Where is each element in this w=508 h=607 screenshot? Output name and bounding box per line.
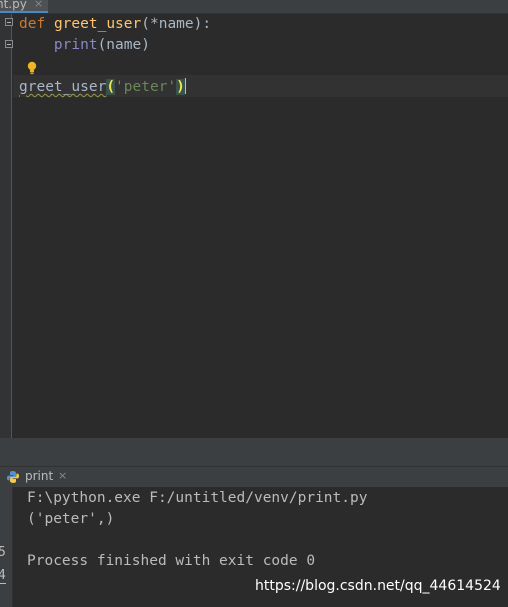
print-args: (name) bbox=[97, 37, 150, 53]
builtin-print: print bbox=[53, 37, 98, 53]
open-paren: ( bbox=[106, 79, 116, 95]
watermark-text: https://blog.csdn.net/qq_44614524 bbox=[255, 578, 501, 594]
console-line-command: F:\python.exe F:/untitled/venv/print.py bbox=[27, 490, 368, 506]
string-arg: 'peter' bbox=[115, 79, 177, 95]
editor-gutter bbox=[0, 14, 13, 438]
function-name: greet_user bbox=[53, 16, 142, 32]
python-icon bbox=[7, 471, 19, 483]
run-tab-label[interactable]: print bbox=[25, 469, 53, 483]
editor-tab-close-icon[interactable]: × bbox=[34, 0, 43, 10]
panel-splitter[interactable] bbox=[0, 438, 508, 466]
console-toolbar: 5 4 bbox=[0, 487, 13, 607]
toolbar-glyph-5[interactable]: 5 bbox=[0, 545, 6, 560]
close-paren: ) bbox=[176, 79, 185, 95]
editor-tab[interactable]: nt.py × bbox=[0, 0, 48, 13]
code-editor[interactable]: def greet_user(*name): print(name) greet… bbox=[0, 14, 508, 438]
code-line-1[interactable]: def greet_user(*name): bbox=[19, 14, 211, 35]
code-line-4[interactable]: greet_user('peter') bbox=[19, 77, 186, 98]
editor-tab-bar: nt.py × bbox=[0, 0, 508, 14]
toolbar-glyph-4[interactable]: 4 bbox=[0, 569, 6, 584]
text-caret bbox=[184, 78, 186, 94]
fold-end-icon[interactable] bbox=[5, 40, 13, 48]
console-line-exit: Process finished with exit code 0 bbox=[27, 553, 316, 569]
lightbulb-icon[interactable] bbox=[27, 61, 37, 75]
keyword-def: def bbox=[19, 16, 46, 32]
editor-tab-label: nt.py bbox=[0, 0, 27, 11]
function-call: greet_user bbox=[19, 79, 107, 95]
run-tab-close-icon[interactable]: × bbox=[58, 469, 67, 482]
code-line-2[interactable]: print(name) bbox=[19, 35, 150, 56]
run-panel-header: print × bbox=[0, 466, 508, 488]
console-line-output: ('peter',) bbox=[27, 511, 115, 527]
fold-collapse-icon[interactable] bbox=[5, 18, 13, 26]
function-params: (*name): bbox=[141, 16, 212, 32]
